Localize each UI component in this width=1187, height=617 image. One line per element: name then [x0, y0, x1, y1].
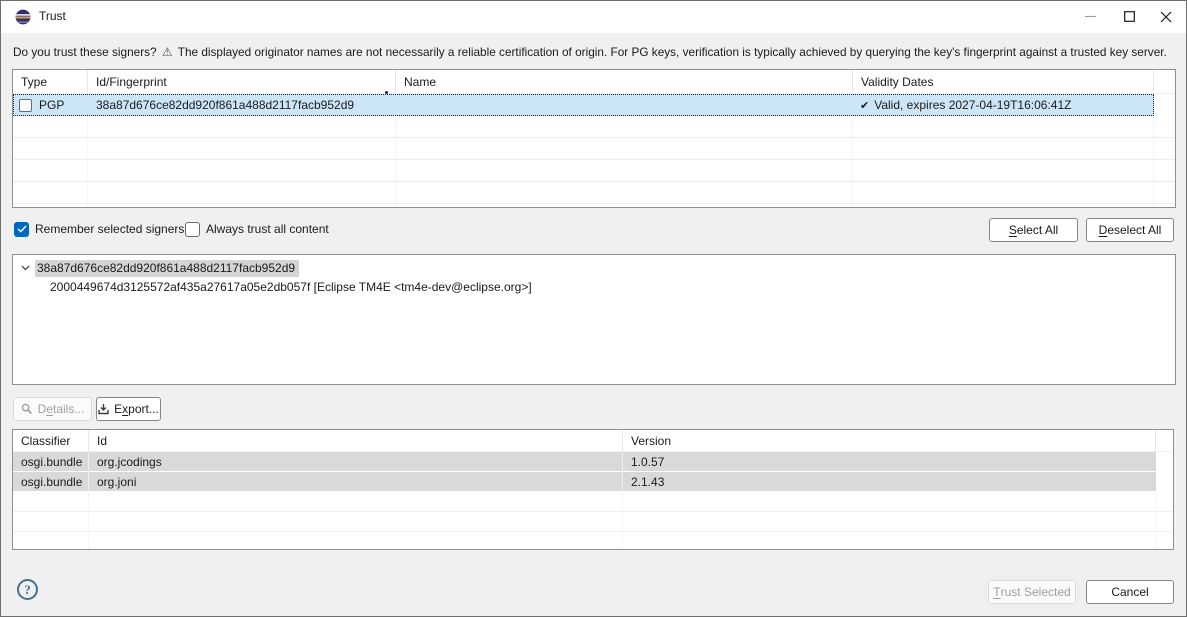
titlebar: Trust	[1, 1, 1186, 33]
empty-row	[13, 138, 1175, 160]
cancel-button[interactable]: Cancel	[1086, 580, 1174, 604]
artifact-row[interactable]: osgi.bundle org.jcodings 1.0.57	[13, 452, 1156, 472]
empty-row	[13, 512, 1173, 532]
column-marker-dot	[385, 91, 388, 94]
close-icon	[1160, 11, 1172, 23]
maximize-icon	[1124, 11, 1135, 22]
label-part: D	[38, 402, 47, 416]
window-title: Trust	[39, 1, 66, 32]
artifact-classifier: osgi.bundle	[13, 452, 89, 471]
checkmark-icon	[17, 225, 27, 233]
always-trust-option[interactable]: Always trust all content	[185, 220, 329, 238]
trust-description-body: The displayed originator names are not n…	[178, 45, 1167, 59]
magnifier-icon	[21, 403, 33, 415]
trust-dialog: Trust Do you trust these signers? ⚠ The …	[0, 0, 1187, 617]
signer-fingerprint: 38a87d676ce82dd920f861a488d2117facb952d9	[88, 94, 396, 116]
valid-check-icon: ✔	[860, 99, 869, 112]
key-child-entry: 2000449674d3125572af435a27617a05e2db057f…	[50, 280, 532, 294]
column-header-name[interactable]: Name	[396, 70, 853, 93]
deselect-all-button[interactable]: Deselect All	[1086, 218, 1174, 242]
remember-selected-signers-option[interactable]: Remember selected signers	[14, 220, 184, 238]
column-header-version[interactable]: Version	[623, 430, 1156, 451]
signer-type: PGP	[39, 98, 64, 112]
label-part: Cancel	[1111, 585, 1148, 599]
minimize-icon	[1085, 11, 1096, 22]
key-tree-root-row[interactable]: 38a87d676ce82dd920f861a488d2117facb952d9	[13, 259, 1175, 277]
details-button[interactable]: Details...	[13, 397, 92, 421]
column-header-filler	[1154, 70, 1175, 93]
signer-row[interactable]: PGP 38a87d676ce82dd920f861a488d2117facb9…	[13, 94, 1154, 116]
remember-label: Remember selected signers	[35, 222, 184, 236]
empty-row	[13, 182, 1175, 204]
warning-icon: ⚠	[160, 45, 175, 59]
artifact-version: 1.0.57	[623, 452, 1156, 471]
select-all-button[interactable]: Select All	[989, 218, 1078, 242]
always-trust-label: Always trust all content	[206, 222, 329, 236]
trust-selected-button[interactable]: Trust Selected	[988, 580, 1076, 604]
artifact-classifier: osgi.bundle	[13, 472, 89, 491]
label-part: port...	[128, 402, 159, 416]
label-mnemonic: e	[46, 402, 53, 416]
trust-description: Do you trust these signers? ⚠ The displa…	[13, 45, 1183, 59]
empty-row	[13, 532, 1173, 550]
artifacts-table: Classifier Id Version osgi.bundle org.jc…	[12, 429, 1174, 550]
column-header-type[interactable]: Type	[13, 70, 88, 93]
signers-table: Type Id/Fingerprint Name Validity Dates …	[12, 69, 1176, 208]
column-header-classifier[interactable]: Classifier	[13, 430, 89, 451]
label-part: rust Selected	[1001, 585, 1071, 599]
artifact-id: org.jcodings	[89, 452, 623, 471]
export-icon	[98, 403, 109, 415]
remember-checkbox-checked[interactable]	[14, 222, 29, 237]
label-mnemonic: D	[1099, 223, 1108, 237]
question-mark-icon: ?	[24, 582, 31, 598]
signer-name	[396, 94, 853, 116]
column-header-filler	[1156, 430, 1173, 451]
artifacts-table-header: Classifier Id Version	[13, 430, 1173, 452]
maximize-button[interactable]	[1109, 1, 1149, 32]
empty-row	[13, 116, 1175, 138]
minimize-button[interactable]	[1070, 1, 1110, 32]
label-part: eselect All	[1107, 223, 1161, 237]
key-details-tree: 38a87d676ce82dd920f861a488d2117facb952d9…	[12, 254, 1176, 385]
empty-row	[13, 160, 1175, 182]
trust-question: Do you trust these signers?	[13, 45, 157, 59]
column-header-validity-dates[interactable]: Validity Dates	[853, 70, 1154, 93]
column-header-id-fingerprint[interactable]: Id/Fingerprint	[88, 70, 396, 93]
eclipse-logo-icon	[15, 9, 31, 25]
column-header-id[interactable]: Id	[89, 430, 623, 451]
close-button[interactable]	[1146, 1, 1186, 32]
label-mnemonic: S	[1009, 223, 1017, 237]
empty-row	[13, 204, 1175, 208]
chevron-down-icon[interactable]	[21, 265, 30, 271]
always-trust-checkbox-unchecked[interactable]	[185, 222, 200, 237]
export-button[interactable]: Export...	[96, 397, 161, 421]
artifact-row[interactable]: osgi.bundle org.joni 2.1.43	[13, 472, 1156, 492]
label-part: elect All	[1017, 223, 1058, 237]
signers-table-header: Type Id/Fingerprint Name Validity Dates	[13, 70, 1175, 94]
empty-row	[13, 492, 1173, 512]
key-tree-child-row[interactable]: 2000449674d3125572af435a27617a05e2db057f…	[50, 278, 532, 296]
artifact-version: 2.1.43	[623, 472, 1156, 491]
label-part: E	[114, 402, 122, 416]
label-part: tails...	[53, 402, 84, 416]
artifact-id: org.joni	[89, 472, 623, 491]
label-mnemonic: T	[993, 585, 1000, 599]
signer-checkbox[interactable]	[19, 99, 32, 112]
key-fingerprint-root[interactable]: 38a87d676ce82dd920f861a488d2117facb952d9	[35, 260, 299, 277]
help-button[interactable]: ?	[17, 579, 38, 600]
signer-validity: Valid, expires 2027-04-19T16:06:41Z	[874, 98, 1071, 112]
